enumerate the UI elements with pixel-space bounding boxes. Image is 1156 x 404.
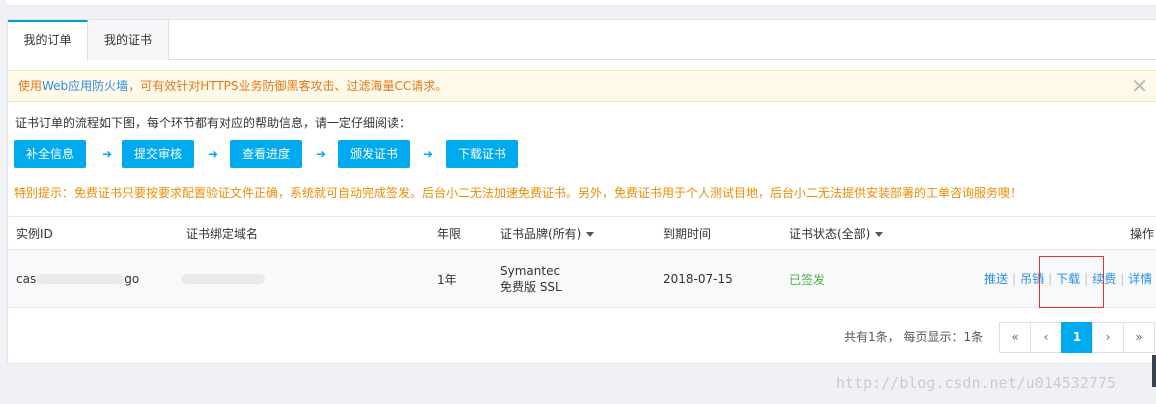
instance-id-prefix: cas [16, 272, 37, 286]
close-icon[interactable]: ✕ [1131, 71, 1148, 101]
arrow-right-icon: ➜ [207, 147, 219, 161]
step-complete-info-button[interactable]: 补全信息 [14, 140, 86, 168]
redacted-blur [181, 274, 265, 284]
step-check-progress-button[interactable]: 查看进度 [230, 140, 302, 168]
col-domain: 证书绑定域名 [186, 227, 259, 241]
col-brand-label: 证书品牌(所有) [500, 227, 582, 241]
step-issue-cert-button[interactable]: 颁发证书 [338, 140, 410, 168]
instance-id-suffix: go [124, 272, 140, 286]
separator: | [1120, 272, 1125, 286]
notice-suffix: ，可有效针对HTTPS业务防御黑客攻击、过滤海量CC请求。 [128, 79, 448, 93]
brand-edition: 免费版 SSL [500, 280, 562, 294]
last-page-button[interactable]: » [1123, 322, 1155, 353]
step-download-cert-button[interactable]: 下载证书 [446, 140, 518, 168]
col-instance-id: 实例ID [16, 227, 53, 241]
table-header: 实例ID 证书绑定域名 年限 证书品牌(所有) 到期时间 证书状态(全部) 操作 [8, 216, 1156, 250]
first-page-button[interactable]: « [999, 322, 1031, 353]
redacted-blur [36, 274, 125, 284]
page-1-button[interactable]: 1 [1061, 322, 1093, 353]
caret-down-icon [875, 232, 884, 237]
col-brand-filter[interactable]: 证书品牌(所有) [500, 217, 595, 251]
cell-term: 1年 [437, 272, 457, 287]
arrow-right-icon: ➜ [101, 147, 113, 161]
step-submit-review-button[interactable]: 提交审核 [122, 140, 194, 168]
watermark: http://blog.csdn.net/u014532775 [836, 374, 1116, 392]
status-badge: 已签发 [789, 272, 826, 287]
col-expire: 到期时间 [663, 227, 712, 241]
cell-instance-id: cas go [16, 250, 139, 308]
cell-domain [181, 250, 265, 308]
main-panel: 我的订单 我的证书 使用Web应用防火墙，可有效针对HTTPS业务防御黑客攻击、… [7, 19, 1156, 364]
pagination-info: 共有1条， 每页显示：1条 [844, 330, 984, 344]
scroll-edge [1152, 355, 1156, 387]
cell-brand: Symantec 免费版 SSL [500, 250, 562, 308]
arrow-right-icon: ➜ [315, 147, 327, 161]
brand-name: Symantec [500, 264, 561, 278]
tab-my-orders[interactable]: 我的订单 [8, 20, 88, 61]
waf-link[interactable]: Web应用防火墙 [42, 79, 128, 93]
cell-expire: 2018-07-15 [663, 272, 733, 286]
table-row: cas go 1年 Symantec 免费版 SSL 2018-07-15 已签… [8, 250, 1156, 308]
col-status-filter[interactable]: 证书状态(全部) [789, 217, 884, 251]
arrow-right-icon: ➜ [422, 147, 434, 161]
push-link[interactable]: 推送 [984, 272, 1008, 286]
download-highlight-box [1039, 256, 1104, 308]
flow-intro: 证书订单的流程如下图，每个环节都有对应的帮助信息，请一定仔细阅读： [15, 116, 412, 130]
prev-page-button[interactable]: ‹ [1030, 322, 1062, 353]
col-term: 年限 [437, 227, 462, 241]
caret-down-icon [586, 232, 595, 237]
notice-banner: 使用Web应用防火墙，可有效针对HTTPS业务防御黑客攻击、过滤海量CC请求。 … [8, 70, 1156, 102]
details-link[interactable]: 详情 [1128, 272, 1152, 286]
top-bar [7, 0, 1156, 6]
tab-bar: 我的订单 我的证书 [8, 20, 1156, 61]
notice-prefix: 使用 [18, 79, 43, 93]
col-status-label: 证书状态(全部) [789, 227, 871, 241]
col-ops: 操作 [1130, 227, 1155, 241]
next-page-button[interactable]: › [1092, 322, 1124, 353]
separator: | [1012, 272, 1017, 286]
tab-my-certificates[interactable]: 我的证书 [88, 20, 169, 60]
special-tip: 特别提示：免费证书只要按要求配置验证文件正确，系统就可自动完成签发。后台小二无法… [14, 186, 1023, 200]
